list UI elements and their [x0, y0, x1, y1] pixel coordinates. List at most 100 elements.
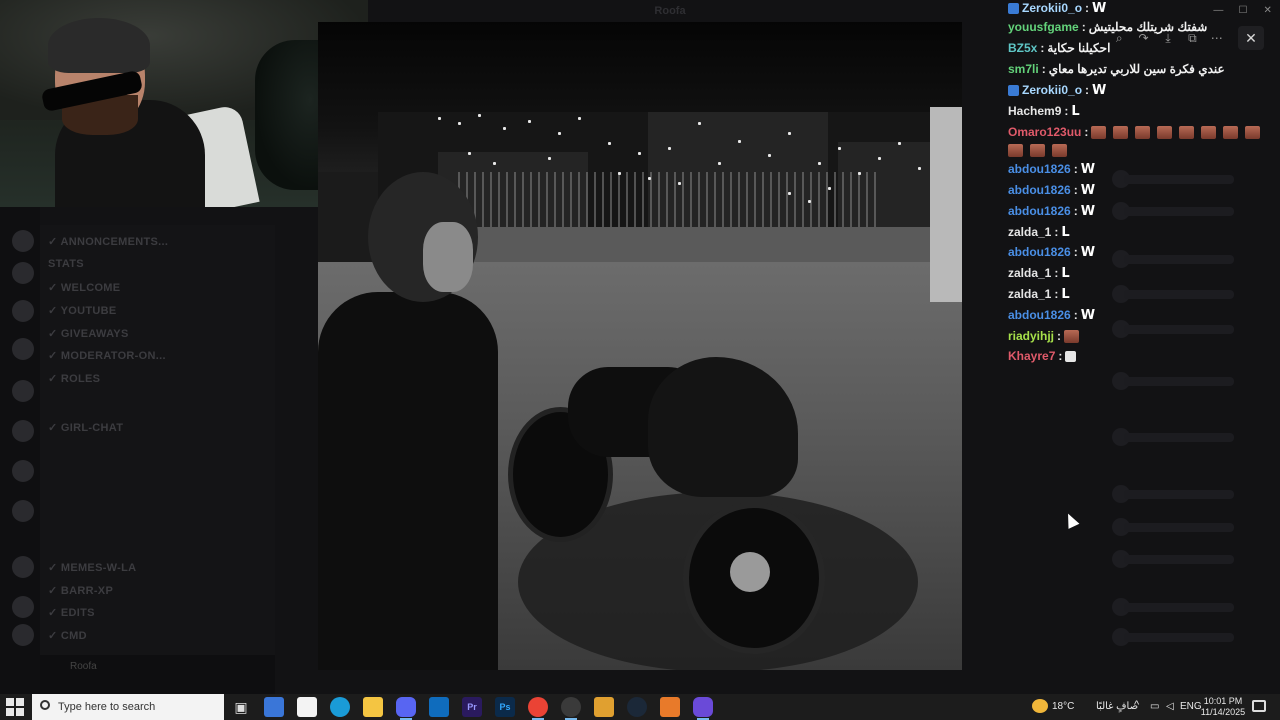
chat-username[interactable]: BZ5x: [1008, 41, 1037, 55]
chat-username[interactable]: Zerokii0_o: [1022, 1, 1082, 15]
chat-separator: :: [1084, 125, 1089, 139]
photoshop-icon[interactable]: Ps: [495, 697, 515, 717]
task-view-icon[interactable]: ▣: [231, 697, 251, 717]
channel-item[interactable]: ✓ MEMES-W-LA: [48, 561, 136, 574]
chat-separator: :: [1054, 266, 1059, 280]
server-icon[interactable]: [12, 500, 34, 522]
chat-emote-icon: [1179, 126, 1195, 140]
channel-item[interactable]: ✓ CMD: [48, 629, 87, 642]
channel-item[interactable]: ✓ WELCOME: [48, 281, 120, 294]
obs-icon[interactable]: [561, 697, 581, 720]
channel-item[interactable]: ✓ YOUTUBE: [48, 304, 117, 317]
chat-username[interactable]: abdou1826: [1008, 245, 1071, 259]
weather-desc[interactable]: صافٍ غالبًا: [1096, 701, 1138, 712]
chat-username[interactable]: youusfgame: [1008, 20, 1079, 34]
chat-separator: :: [1058, 349, 1063, 363]
outlook-icon[interactable]: [429, 697, 449, 717]
server-icon[interactable]: [12, 262, 34, 284]
chat-username[interactable]: Omaro123uu: [1008, 125, 1081, 139]
chat-username[interactable]: abdou1826: [1008, 308, 1071, 322]
server-icon[interactable]: [12, 230, 34, 252]
chat-username[interactable]: Zerokii0_o: [1022, 83, 1082, 97]
chat-message: abdou1826: W: [1008, 244, 1095, 261]
chat-username[interactable]: abdou1826: [1008, 183, 1071, 197]
weather-temp[interactable]: 18°C: [1052, 701, 1074, 712]
chat-badge-icon: [1008, 85, 1019, 97]
weather-icon[interactable]: [1032, 699, 1048, 713]
channel-item[interactable]: ✓ MODERATOR-ON...: [48, 349, 166, 362]
member-item[interactable]: [1124, 433, 1234, 442]
chat-username[interactable]: Hachem9: [1008, 104, 1061, 118]
language-indicator[interactable]: ENG: [1180, 701, 1202, 712]
chat-username[interactable]: Khayre7: [1008, 349, 1055, 363]
photo-city-light: [718, 162, 721, 165]
discord-icon[interactable]: [396, 697, 416, 720]
chat-message: Hachem9: L: [1008, 103, 1080, 120]
member-item[interactable]: [1124, 633, 1234, 642]
network-icon[interactable]: ▭: [1150, 701, 1159, 712]
server-icon[interactable]: [12, 420, 34, 442]
channel-item[interactable]: ✓ ROLES: [48, 372, 100, 385]
chat-message: Omaro123uu:: [1008, 124, 1267, 158]
chat-username[interactable]: abdou1826: [1008, 162, 1071, 176]
chat-username[interactable]: riadyihjj: [1008, 329, 1054, 343]
add-server-icon[interactable]: [12, 596, 34, 618]
chat-emote-icon: [1157, 126, 1173, 140]
channel-item[interactable]: ✓ GIVEAWAYS: [48, 327, 129, 340]
channel-item[interactable]: STATS: [48, 258, 84, 270]
notepad-icon[interactable]: [297, 697, 317, 717]
server-icon[interactable]: [12, 300, 34, 322]
twitch-icon[interactable]: [693, 697, 713, 720]
member-item[interactable]: [1124, 603, 1234, 612]
photo-city-light: [738, 140, 741, 143]
server-icon[interactable]: [12, 460, 34, 482]
chat-username[interactable]: zalda_1: [1008, 266, 1051, 280]
server-icon[interactable]: [12, 338, 34, 360]
photo-motorcycle: [508, 327, 828, 654]
photo-city-light: [788, 132, 791, 135]
chat-message: zalda_1: L: [1008, 286, 1070, 303]
username: Roofa: [70, 661, 97, 672]
steam-icon[interactable]: [627, 697, 647, 717]
channel-item[interactable]: ✓ BARR-XP: [48, 584, 113, 597]
chat-text: عندي فكرة سين للاربي تديرها معاي: [1048, 62, 1225, 76]
clock[interactable]: 10:01 PM 11/14/2025: [1200, 696, 1246, 718]
chat-username[interactable]: zalda_1: [1008, 225, 1051, 239]
channel-item[interactable]: ✓ GIRL-CHAT: [48, 421, 123, 434]
chat-separator: :: [1054, 225, 1059, 239]
chat-message: zalda_1: L: [1008, 224, 1070, 241]
server-icon[interactable]: [12, 556, 34, 578]
channel-item[interactable]: ✓ ANNONCEMENTS...: [48, 235, 168, 248]
chat-username[interactable]: abdou1826: [1008, 204, 1071, 218]
edge-icon[interactable]: [330, 697, 350, 717]
volume-icon[interactable]: ◁: [1166, 701, 1174, 712]
premiere-pro-icon[interactable]: Pr: [462, 697, 482, 717]
show-hidden-icons-icon[interactable]: ^: [1134, 699, 1139, 711]
channel-item[interactable]: ✓ EDITS: [48, 606, 95, 619]
server-icon[interactable]: [12, 380, 34, 402]
member-item[interactable]: [1124, 523, 1234, 532]
taskbar-search[interactable]: Type here to search: [32, 694, 224, 720]
chat-username[interactable]: zalda_1: [1008, 287, 1051, 301]
explore-icon[interactable]: [12, 624, 34, 646]
chat-emote-text: L: [1061, 266, 1070, 281]
member-item[interactable]: [1124, 490, 1234, 499]
photo-city-light: [438, 117, 441, 120]
notifications-icon[interactable]: [1252, 700, 1266, 712]
stream-chat: Zerokii0_o: Wyouusfgame: شفتك شريتلك محليت…: [1000, 0, 1280, 370]
chat-emote-text: L: [1061, 287, 1070, 302]
member-item[interactable]: [1124, 377, 1234, 386]
chat-message: Zerokii0_o: W: [1008, 82, 1106, 99]
chat-username[interactable]: sm7li: [1008, 62, 1039, 76]
photo-city-light: [788, 192, 791, 195]
chat-emote-text: W: [1080, 162, 1096, 177]
user-panel: Roofa: [40, 655, 275, 694]
file-explorer-icon[interactable]: [363, 697, 383, 717]
chrome-icon[interactable]: [528, 697, 548, 720]
start-button[interactable]: [6, 698, 26, 716]
chat-emote-icon: [1064, 330, 1080, 344]
brave-icon[interactable]: [594, 697, 614, 717]
microsoft-store-icon[interactable]: [264, 697, 284, 717]
member-item[interactable]: [1124, 555, 1234, 564]
vlc-icon[interactable]: [660, 697, 680, 717]
